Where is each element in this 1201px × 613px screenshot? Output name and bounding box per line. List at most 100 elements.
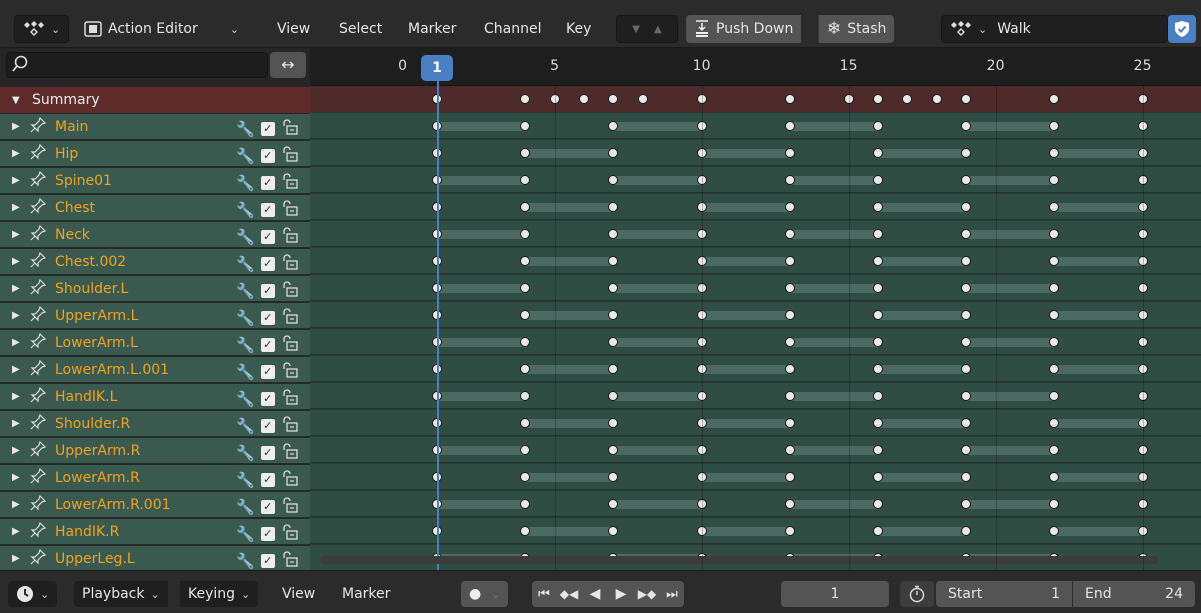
keyframe[interactable] xyxy=(608,283,619,293)
keyframe[interactable] xyxy=(873,310,883,320)
keyframe[interactable] xyxy=(520,445,531,455)
keyframe[interactable] xyxy=(1049,391,1060,401)
prev-keyframe-icon[interactable]: ◆◀ xyxy=(556,587,582,601)
keyframe[interactable] xyxy=(873,94,883,104)
keyframe[interactable] xyxy=(961,337,972,347)
keyframe[interactable] xyxy=(961,256,972,266)
checkbox-icon[interactable]: ✓ xyxy=(260,257,275,271)
expand-triangle-icon[interactable]: ▶ xyxy=(12,310,22,321)
keyframe[interactable] xyxy=(608,472,619,482)
keyframe[interactable] xyxy=(520,148,531,158)
lock-open-icon[interactable] xyxy=(281,119,299,139)
pin-icon[interactable] xyxy=(29,278,49,300)
keyframe[interactable] xyxy=(961,94,972,104)
channel-row[interactable]: ▶ UpperArm.L 🔧 ✓ xyxy=(0,303,310,329)
keyframe[interactable] xyxy=(1049,445,1060,455)
preview-range-toggle[interactable] xyxy=(900,581,934,607)
keyframe[interactable] xyxy=(784,499,795,509)
expand-triangle-icon[interactable]: ▶ xyxy=(12,337,22,348)
keyframe[interactable] xyxy=(784,391,795,401)
keyframe[interactable] xyxy=(873,418,883,428)
channel-row[interactable]: ▶ Neck 🔧 ✓ xyxy=(0,222,310,248)
editor-type-dropdown[interactable]: ⌄ xyxy=(14,15,70,43)
keyframe[interactable] xyxy=(784,526,795,536)
expand-triangle-icon[interactable]: ▶ xyxy=(12,256,22,267)
checkbox-icon[interactable]: ✓ xyxy=(260,446,275,460)
wrench-icon[interactable]: 🔧 xyxy=(236,363,255,381)
keyframe[interactable] xyxy=(608,229,619,239)
checkbox-icon[interactable]: ✓ xyxy=(260,149,275,163)
action-name[interactable]: Walk xyxy=(997,21,1031,37)
keyframe[interactable] xyxy=(520,175,531,185)
keyframe[interactable] xyxy=(873,283,883,293)
pin-icon[interactable] xyxy=(29,521,49,543)
timeline-editor-dropdown[interactable]: ⌄ xyxy=(8,581,58,607)
channel-row[interactable]: ▶ Hip 🔧 ✓ xyxy=(0,141,310,167)
keyframe[interactable] xyxy=(1049,310,1060,320)
playhead-line[interactable] xyxy=(437,76,439,570)
keyframe[interactable] xyxy=(961,364,972,374)
keyframe[interactable] xyxy=(931,94,942,104)
keyframe[interactable] xyxy=(608,121,619,131)
channel-row[interactable]: ▶ Spine01 🔧 ✓ xyxy=(0,168,310,194)
expand-triangle-icon[interactable]: ▶ xyxy=(12,526,22,537)
keyframe[interactable] xyxy=(961,202,972,212)
expand-triangle-icon[interactable]: ▶ xyxy=(12,283,22,294)
channel-row[interactable]: ▶ Chest.002 🔧 ✓ xyxy=(0,249,310,275)
keyframe[interactable] xyxy=(873,337,883,347)
keyframe[interactable] xyxy=(1049,202,1060,212)
frame-ruler[interactable]: 0 5 10 15 20 25 1 xyxy=(310,48,1201,86)
push-down-button[interactable]: Push Down xyxy=(686,15,802,43)
lock-open-icon[interactable] xyxy=(281,254,299,274)
pin-icon[interactable] xyxy=(29,440,49,462)
keyframe[interactable] xyxy=(608,175,619,185)
keyframe[interactable] xyxy=(608,337,619,347)
keyframe[interactable] xyxy=(784,283,795,293)
wrench-icon[interactable]: 🔧 xyxy=(236,255,255,273)
menu-select[interactable]: Select xyxy=(339,15,382,43)
channel-row[interactable]: ▶ LowerArm.R.001 🔧 ✓ xyxy=(0,492,310,518)
keyframe[interactable] xyxy=(608,391,619,401)
pin-icon[interactable] xyxy=(29,494,49,516)
wrench-icon[interactable]: 🔧 xyxy=(236,282,255,300)
keyframe[interactable] xyxy=(1049,418,1060,428)
keyframe[interactable] xyxy=(873,175,883,185)
keyframe[interactable] xyxy=(520,229,531,239)
keyframe[interactable] xyxy=(961,472,972,482)
keyframe[interactable] xyxy=(520,499,531,509)
keyframe[interactable] xyxy=(608,202,619,212)
keyframe[interactable] xyxy=(784,202,795,212)
checkbox-icon[interactable]: ✓ xyxy=(260,473,275,487)
play-reverse-icon[interactable]: ◀ xyxy=(582,586,608,602)
keyframe[interactable] xyxy=(1049,337,1060,347)
footer-menu-marker[interactable]: Marker xyxy=(334,581,398,607)
keyframe[interactable] xyxy=(608,499,619,509)
action-selector[interactable]: ⌄ Walk xyxy=(941,15,1168,43)
lock-open-icon[interactable] xyxy=(281,497,299,517)
channel-row[interactable]: ▶ UpperArm.R 🔧 ✓ xyxy=(0,438,310,464)
expand-triangle-icon[interactable]: ▶ xyxy=(12,202,22,213)
keyframe[interactable] xyxy=(873,256,883,266)
keyframe[interactable] xyxy=(873,445,883,455)
wrench-icon[interactable]: 🔧 xyxy=(236,552,255,570)
arrow-up-icon[interactable]: ▲ xyxy=(654,24,662,35)
pin-icon[interactable] xyxy=(29,413,49,435)
checkbox-icon[interactable]: ✓ xyxy=(260,527,275,541)
keyframe[interactable] xyxy=(873,148,883,158)
channel-row[interactable]: ▶ Chest 🔧 ✓ xyxy=(0,195,310,221)
keyframe[interactable] xyxy=(961,229,972,239)
channel-row[interactable]: ▶ LowerArm.L 🔧 ✓ xyxy=(0,330,310,356)
wrench-icon[interactable]: 🔧 xyxy=(236,498,255,516)
expand-triangle-icon[interactable]: ▶ xyxy=(12,364,22,375)
pin-icon[interactable] xyxy=(29,467,49,489)
end-frame-field[interactable]: End 24 xyxy=(1073,581,1195,607)
checkbox-icon[interactable]: ✓ xyxy=(260,122,275,136)
keyframe[interactable] xyxy=(1049,229,1060,239)
keyframe[interactable] xyxy=(520,391,531,401)
lock-open-icon[interactable] xyxy=(281,551,299,570)
lock-open-icon[interactable] xyxy=(281,173,299,193)
pin-icon[interactable] xyxy=(29,197,49,219)
lock-open-icon[interactable] xyxy=(281,146,299,166)
keyframe[interactable] xyxy=(784,121,795,131)
jump-start-icon[interactable]: ⏮ xyxy=(532,587,556,602)
